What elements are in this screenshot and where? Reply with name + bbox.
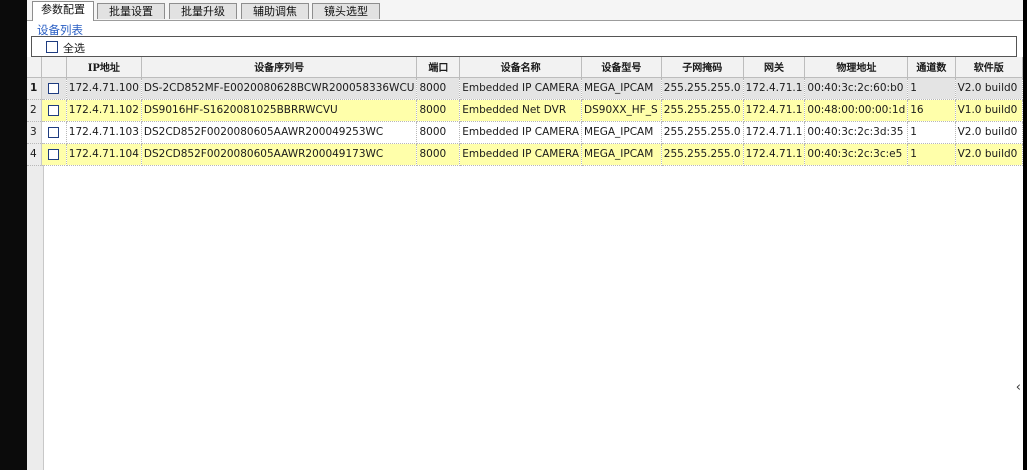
row-checkbox[interactable] (48, 148, 60, 160)
cell-software-version[interactable]: V2.0 build0 (955, 143, 1024, 166)
cell-gateway[interactable]: 172.4.71.1 (743, 99, 806, 122)
row-number: 3 (27, 121, 42, 144)
chevron-left-icon[interactable]: ‹ (1016, 380, 1021, 395)
cell-ip[interactable]: 172.4.71.103 (66, 121, 142, 144)
cell-mac[interactable]: 00:48:00:00:00:1d (804, 99, 909, 122)
cell-gateway[interactable]: 172.4.71.1 (743, 121, 806, 144)
header-software-version[interactable]: 软件版 (955, 57, 1024, 78)
table-header-row: IP地址 设备序列号 端口 设备名称 设备型号 子网掩码 网关 物理地址 通道数… (27, 57, 1024, 78)
row-checkbox-cell (41, 77, 67, 100)
cell-gateway[interactable]: 172.4.71.1 (743, 143, 806, 166)
tab-lens-selection[interactable]: 镜头选型 (312, 3, 380, 19)
cell-software-version[interactable]: V1.0 build0 (955, 99, 1024, 122)
select-all-bar: 全选 (31, 36, 1017, 57)
tab-batch-settings[interactable]: 批量设置 (97, 3, 165, 19)
table-row[interactable]: 4 172.4.71.104 DS2CD852F0020080605AAWR20… (27, 143, 1024, 166)
header-serial[interactable]: 设备序列号 (141, 57, 418, 78)
table-row[interactable]: 1 172.4.71.100 DS-2CD852MF-E0020080628BC… (27, 77, 1024, 100)
cell-device-name[interactable]: Embedded IP CAMERA (459, 121, 583, 144)
cell-serial[interactable]: DS2CD852F0020080605AAWR200049253WC (141, 121, 418, 144)
cell-ip[interactable]: 172.4.71.104 (66, 143, 142, 166)
cell-channels[interactable]: 1 (907, 77, 956, 100)
corner-header (27, 57, 42, 78)
cell-ip[interactable]: 172.4.71.100 (66, 77, 142, 100)
row-checkbox-cell (41, 99, 67, 122)
header-subnet-mask[interactable]: 子网掩码 (661, 57, 744, 78)
cell-mac[interactable]: 00:40:3c:2c:3d:35 (804, 121, 909, 144)
row-number: 4 (27, 143, 42, 166)
header-device-name[interactable]: 设备名称 (459, 57, 583, 78)
header-gateway[interactable]: 网关 (743, 57, 806, 78)
cell-device-model[interactable]: MEGA_IPCAM (581, 77, 662, 100)
cell-device-model[interactable]: MEGA_IPCAM (581, 143, 662, 166)
app-window: 参数配置 批量设置 批量升级 辅助调焦 镜头选型 设备列表 全选 IP地址 设备… (27, 0, 1024, 470)
cell-gateway[interactable]: 172.4.71.1 (743, 77, 806, 100)
cell-device-model[interactable]: DS90XX_HF_S (581, 99, 662, 122)
cell-subnet-mask[interactable]: 255.255.255.0 (661, 77, 744, 100)
tab-param-config[interactable]: 参数配置 (32, 1, 94, 21)
row-number: 2 (27, 99, 42, 122)
header-device-model[interactable]: 设备型号 (581, 57, 662, 78)
cell-port[interactable]: 8000 (416, 99, 461, 122)
cell-device-name[interactable]: Embedded Net DVR (459, 99, 583, 122)
cell-port[interactable]: 8000 (416, 143, 461, 166)
cell-device-name[interactable]: Embedded IP CAMERA (459, 143, 583, 166)
row-checkbox[interactable] (48, 126, 60, 138)
row-checkbox[interactable] (48, 104, 60, 116)
cell-channels[interactable]: 1 (907, 143, 956, 166)
header-mac[interactable]: 物理地址 (804, 57, 909, 78)
row-checkbox[interactable] (48, 82, 60, 94)
select-all-label[interactable]: 全选 (63, 40, 85, 56)
table-row[interactable]: 2 172.4.71.102 DS9016HF-S1620081025BBRRW… (27, 99, 1024, 122)
left-window-edge (0, 0, 27, 470)
cell-serial[interactable]: DS9016HF-S1620081025BBRRWCVU (141, 99, 418, 122)
cell-mac[interactable]: 00:40:3c:2c:3c:e5 (804, 143, 909, 166)
cell-subnet-mask[interactable]: 255.255.255.0 (661, 121, 744, 144)
cell-ip[interactable]: 172.4.71.102 (66, 99, 142, 122)
cell-port[interactable]: 8000 (416, 77, 461, 100)
table-row[interactable]: 3 172.4.71.103 DS2CD852F0020080605AAWR20… (27, 121, 1024, 144)
cell-serial[interactable]: DS-2CD852MF-E0020080628BCWR200058336WCU (141, 77, 418, 100)
header-channels[interactable]: 通道数 (907, 57, 956, 78)
cell-mac[interactable]: 00:40:3c:2c:60:b0 (804, 77, 909, 100)
header-port[interactable]: 端口 (416, 57, 461, 78)
row-checkbox-cell (41, 143, 67, 166)
cell-serial[interactable]: DS2CD852F0020080605AAWR200049173WC (141, 143, 418, 166)
cell-channels[interactable]: 16 (907, 99, 956, 122)
header-checkbox-col (41, 57, 67, 78)
device-table: IP地址 设备序列号 端口 设备名称 设备型号 子网掩码 网关 物理地址 通道数… (27, 57, 1024, 166)
cell-software-version[interactable]: V2.0 build0 (955, 121, 1024, 144)
tab-focus-assist[interactable]: 辅助调焦 (241, 3, 309, 19)
cell-channels[interactable]: 1 (907, 121, 956, 144)
cell-device-name[interactable]: Embedded IP CAMERA (459, 77, 583, 100)
tab-batch-upgrade[interactable]: 批量升级 (169, 3, 237, 19)
device-grid: IP地址 设备序列号 端口 设备名称 设备型号 子网掩码 网关 物理地址 通道数… (27, 57, 1024, 470)
cell-subnet-mask[interactable]: 255.255.255.0 (661, 143, 744, 166)
header-ip[interactable]: IP地址 (66, 57, 142, 78)
row-checkbox-cell (41, 121, 67, 144)
tab-bar: 参数配置 批量设置 批量升级 辅助调焦 镜头选型 (27, 0, 1023, 21)
cell-subnet-mask[interactable]: 255.255.255.0 (661, 99, 744, 122)
cell-device-model[interactable]: MEGA_IPCAM (581, 121, 662, 144)
cell-software-version[interactable]: V2.0 build0 (955, 77, 1024, 100)
row-number: 1 (27, 77, 42, 100)
select-all-checkbox[interactable] (46, 41, 58, 53)
cell-port[interactable]: 8000 (416, 121, 461, 144)
